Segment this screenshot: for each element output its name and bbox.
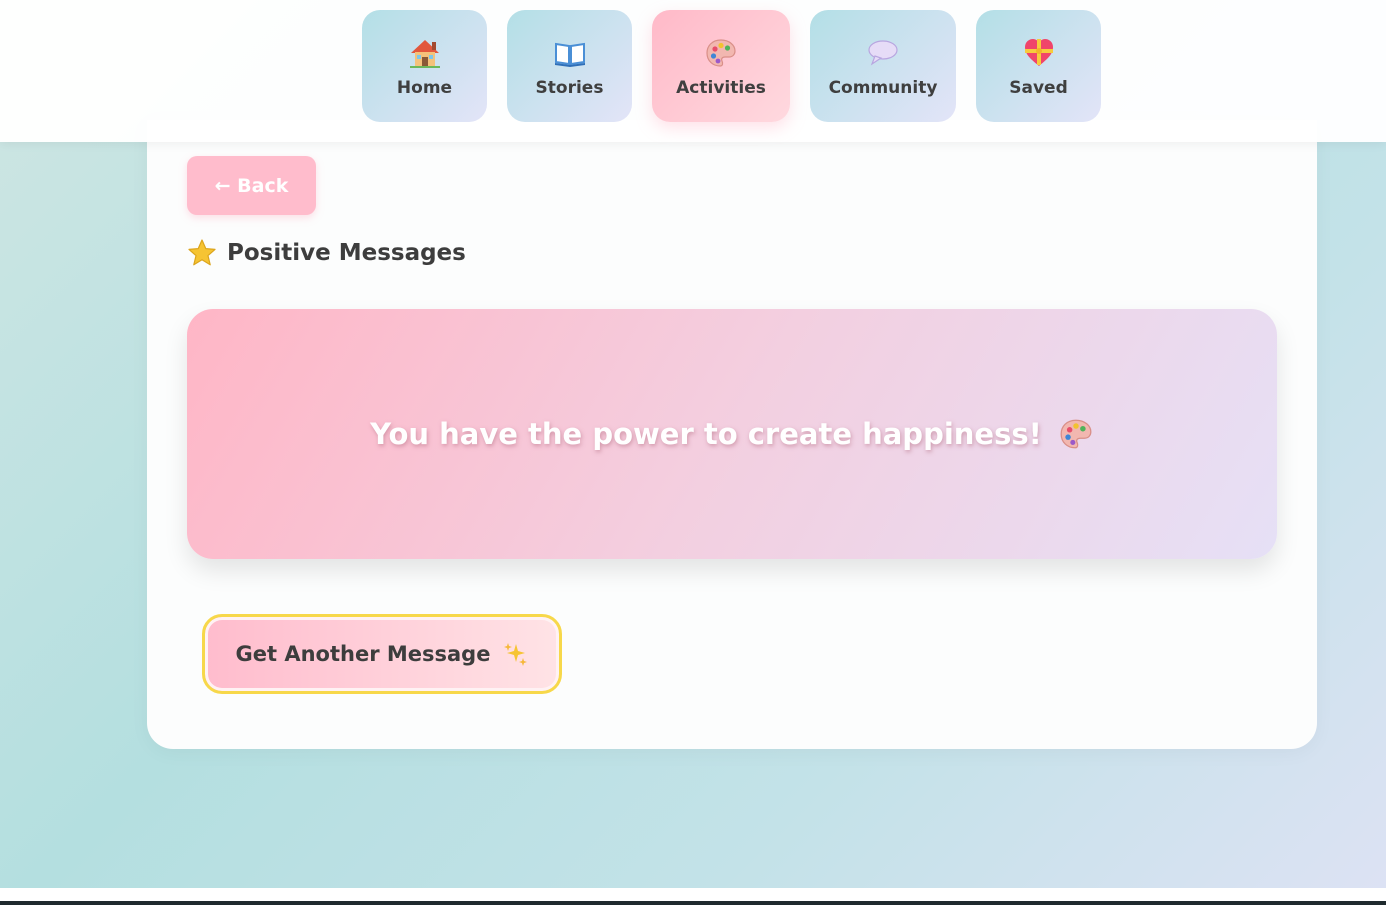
top-navigation: Home Stories Activities Community Saved [0,0,1386,142]
gift-heart-icon [1022,36,1056,70]
nav-item-saved[interactable]: Saved [976,10,1101,122]
sparkles-icon [502,641,528,667]
bottom-bar [0,888,1386,905]
message-text-wrap: You have the power to create happiness! [370,416,1094,452]
nav-item-home[interactable]: Home [362,10,487,122]
artist-palette-icon [1058,416,1094,452]
house-icon [408,36,442,70]
nav-label-community: Community [828,78,938,98]
page-title: Positive Messages [187,238,466,268]
star-icon [187,238,217,268]
nav-label-activities: Activities [676,78,766,98]
back-button[interactable]: ← Back [187,156,316,215]
page-title-text: Positive Messages [227,240,466,266]
nav-label-home: Home [396,78,453,98]
nav-item-stories[interactable]: Stories [507,10,632,122]
speech-bubble-icon [866,36,900,70]
open-book-icon [553,36,587,70]
get-another-message-button[interactable]: Get Another Message [202,614,562,694]
message-box: You have the power to create happiness! [187,309,1277,559]
artist-palette-icon [704,36,738,70]
nav-item-community[interactable]: Community [810,10,956,122]
nav-item-activities[interactable]: Activities [652,10,790,122]
activity-card: ← Back Positive Messages You have the po… [147,120,1317,749]
nav-label-stories: Stories [535,78,604,98]
nav-label-saved: Saved [1009,78,1068,98]
message-text: You have the power to create happiness! [370,417,1042,451]
get-another-message-label: Get Another Message [235,642,491,666]
